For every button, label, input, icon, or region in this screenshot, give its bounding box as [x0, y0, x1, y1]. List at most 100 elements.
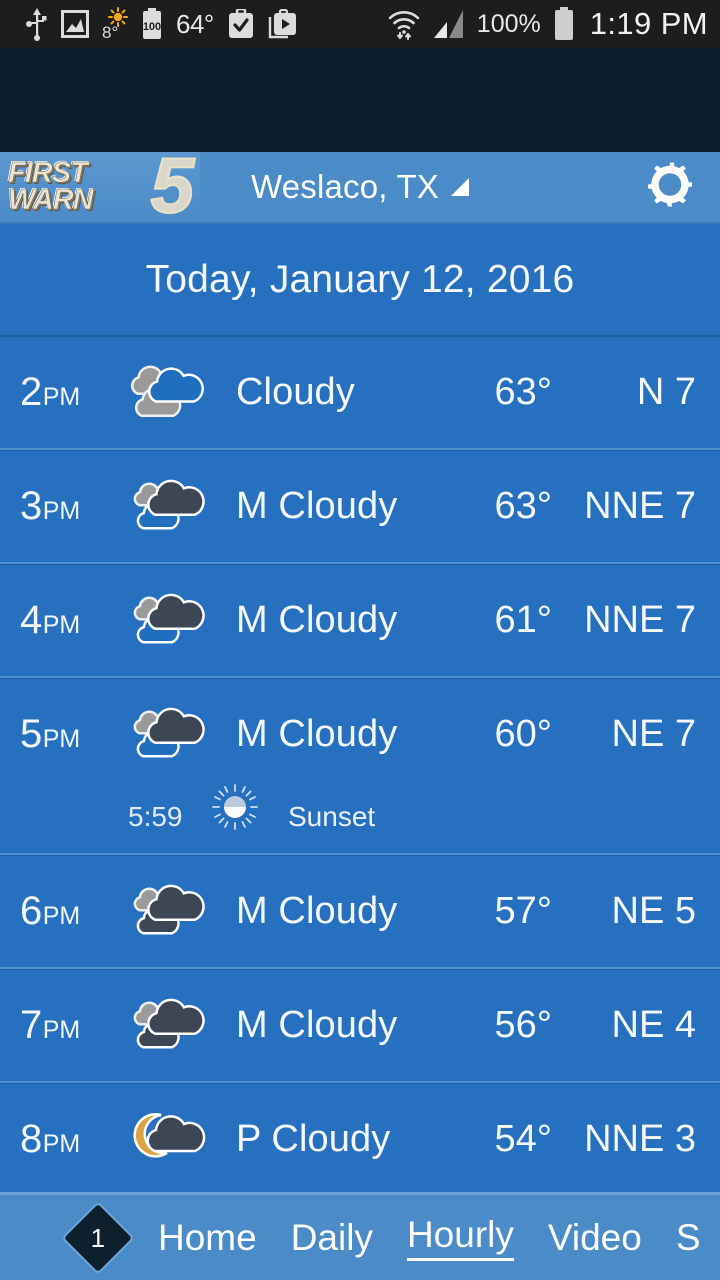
row-wind: NE 5 — [611, 890, 696, 932]
row-condition: M Cloudy — [236, 599, 398, 641]
row-wind: NNE 7 — [584, 485, 696, 527]
sunset-icon — [212, 783, 288, 850]
cellular-signal-icon — [432, 9, 466, 39]
hourly-row-wrap: 5 PM M Cloudy 60° NE 7 5:59 Sunset — [0, 679, 720, 856]
logo-wordmark: FIRST WARN — [0, 156, 94, 216]
status-bar-temperature: 64° — [176, 8, 214, 39]
hourly-row[interactable]: 3 PM M Cloudy 63° NNE 7 — [0, 451, 720, 562]
row-wind: NE 4 — [611, 1004, 696, 1046]
row-temperature: 54° — [494, 1118, 552, 1160]
row-ampm: PM — [42, 1130, 81, 1158]
hourly-row[interactable]: 4 PM M Cloudy 61° NNE 7 — [0, 565, 720, 676]
row-hour: 8 — [20, 1117, 42, 1161]
hourly-row[interactable]: 8 PM P Cloudy 54° NNE 3 — [0, 1084, 720, 1195]
row-time: 6 PM — [20, 889, 125, 934]
row-hour: 7 — [20, 1003, 42, 1047]
row-weather-icon-cell — [125, 702, 230, 768]
row-weather-icon-cell — [125, 879, 230, 945]
usb-icon — [26, 7, 48, 41]
hourly-row-wrap: 4 PM M Cloudy 61° NNE 7 — [0, 565, 720, 679]
logo-line-2: WARN — [8, 184, 94, 216]
dark-spacer-band — [0, 48, 720, 152]
location-selector[interactable]: Weslaco, TX — [250, 168, 470, 206]
hourly-row[interactable]: 2 PM Cloudy 63° N 7 — [0, 337, 720, 448]
checkbox-app-icon — [227, 9, 255, 39]
gear-icon — [648, 162, 692, 207]
row-wind: NNE 7 — [584, 599, 696, 641]
hourly-forecast-list: 2 PM Cloudy 63° N 7 3 PM M Cloudy 63° NNE 7 4 PM M C… — [0, 337, 720, 1198]
wifi-icon — [387, 7, 421, 41]
badge-count: 1 — [90, 1222, 106, 1252]
row-condition: M Cloudy — [236, 1004, 398, 1046]
row-temperature: 57° — [494, 890, 552, 932]
nav-tab-s[interactable]: S — [676, 1217, 701, 1259]
row-condition: P Cloudy — [236, 1118, 391, 1160]
row-time: 2 PM — [20, 370, 125, 415]
row-wind: N 7 — [636, 371, 696, 413]
location-name: Weslaco, TX — [250, 168, 440, 205]
row-time: 3 PM — [20, 484, 125, 529]
row-temperature: 56° — [494, 1004, 552, 1046]
row-temperature: 61° — [494, 599, 552, 641]
svg-text:100: 100 — [143, 21, 161, 33]
row-hour: 4 — [20, 598, 42, 642]
status-bar-left-icons: 8° 100 64° — [26, 7, 387, 42]
gallery-icon — [61, 10, 89, 38]
row-ampm: PM — [42, 383, 81, 411]
bottom-navigation-bar: 1 Home Daily Hourly Video S — [0, 1192, 720, 1280]
nav-tab-daily[interactable]: Daily — [291, 1217, 373, 1259]
row-weather-icon-cell — [125, 1107, 230, 1173]
status-bar-clock: 1:19 PM — [589, 6, 708, 41]
row-ampm: PM — [42, 611, 81, 639]
app-header-bar: FIRST WARN 5 Weslaco, TX — [0, 152, 720, 224]
row-wind: NE 7 — [611, 713, 696, 755]
row-time: 4 PM — [20, 598, 125, 643]
date-header-title: Today, January 12, 2016 — [145, 257, 575, 301]
row-hour: 5 — [20, 712, 42, 756]
logo-channel-number: 5 — [150, 152, 195, 222]
mostly-cloudy-night-icon — [125, 993, 213, 1059]
row-ampm: PM — [42, 497, 81, 525]
hourly-row-wrap: 6 PM M Cloudy 57° NE 5 — [0, 856, 720, 970]
row-temperature: 63° — [494, 371, 552, 413]
hourly-row[interactable]: 6 PM M Cloudy 57° NE 5 — [0, 856, 720, 967]
row-wind: NNE 3 — [584, 1118, 696, 1160]
row-hour: 2 — [20, 370, 42, 414]
row-temperature: 63° — [494, 485, 552, 527]
cloudy-day-icon — [125, 360, 213, 426]
settings-button[interactable] — [642, 157, 698, 218]
row-condition: Cloudy — [236, 371, 355, 413]
row-time: 5 PM — [20, 712, 125, 757]
nav-tab-home[interactable]: Home — [158, 1217, 257, 1259]
row-ampm: PM — [42, 1016, 81, 1044]
row-weather-icon-cell — [125, 993, 230, 1059]
hourly-row[interactable]: 7 PM M Cloudy 56° NE 4 — [0, 970, 720, 1081]
triangle-dropdown-icon — [451, 178, 470, 196]
hourly-row[interactable]: 5 PM M Cloudy 60° NE 7 — [0, 679, 720, 790]
battery-saver-icon: 100 — [141, 8, 163, 40]
mostly-cloudy-day-icon — [125, 702, 213, 768]
first-warn-5-logo: FIRST WARN 5 — [0, 152, 200, 222]
partly-cloudy-night-icon — [125, 1107, 213, 1173]
row-weather-icon-cell — [125, 474, 230, 540]
date-header: Today, January 12, 2016 — [0, 224, 720, 337]
sun-event-row: 5:59 Sunset — [0, 780, 720, 853]
mostly-cloudy-night-icon — [125, 879, 213, 945]
row-time: 8 PM — [20, 1117, 125, 1162]
row-time: 7 PM — [20, 1003, 125, 1048]
nav-tab-hourly[interactable]: Hourly — [406, 1214, 514, 1261]
diamond-badge-icon[interactable]: 1 — [61, 1200, 135, 1275]
mostly-cloudy-day-icon — [125, 588, 213, 654]
row-temperature: 60° — [494, 713, 552, 755]
row-hour: 6 — [20, 889, 42, 933]
row-condition: M Cloudy — [236, 485, 398, 527]
row-condition: M Cloudy — [236, 713, 398, 755]
hourly-row-wrap: 7 PM M Cloudy 56° NE 4 — [0, 970, 720, 1084]
play-store-icon — [268, 9, 298, 39]
hourly-row-wrap: 3 PM M Cloudy 63° NNE 7 — [0, 451, 720, 565]
battery-icon — [552, 7, 576, 41]
mostly-cloudy-day-icon — [125, 474, 213, 540]
row-hour: 3 — [20, 484, 42, 528]
nav-tab-video[interactable]: Video — [548, 1217, 642, 1259]
logo-line-1: FIRST — [8, 156, 88, 189]
